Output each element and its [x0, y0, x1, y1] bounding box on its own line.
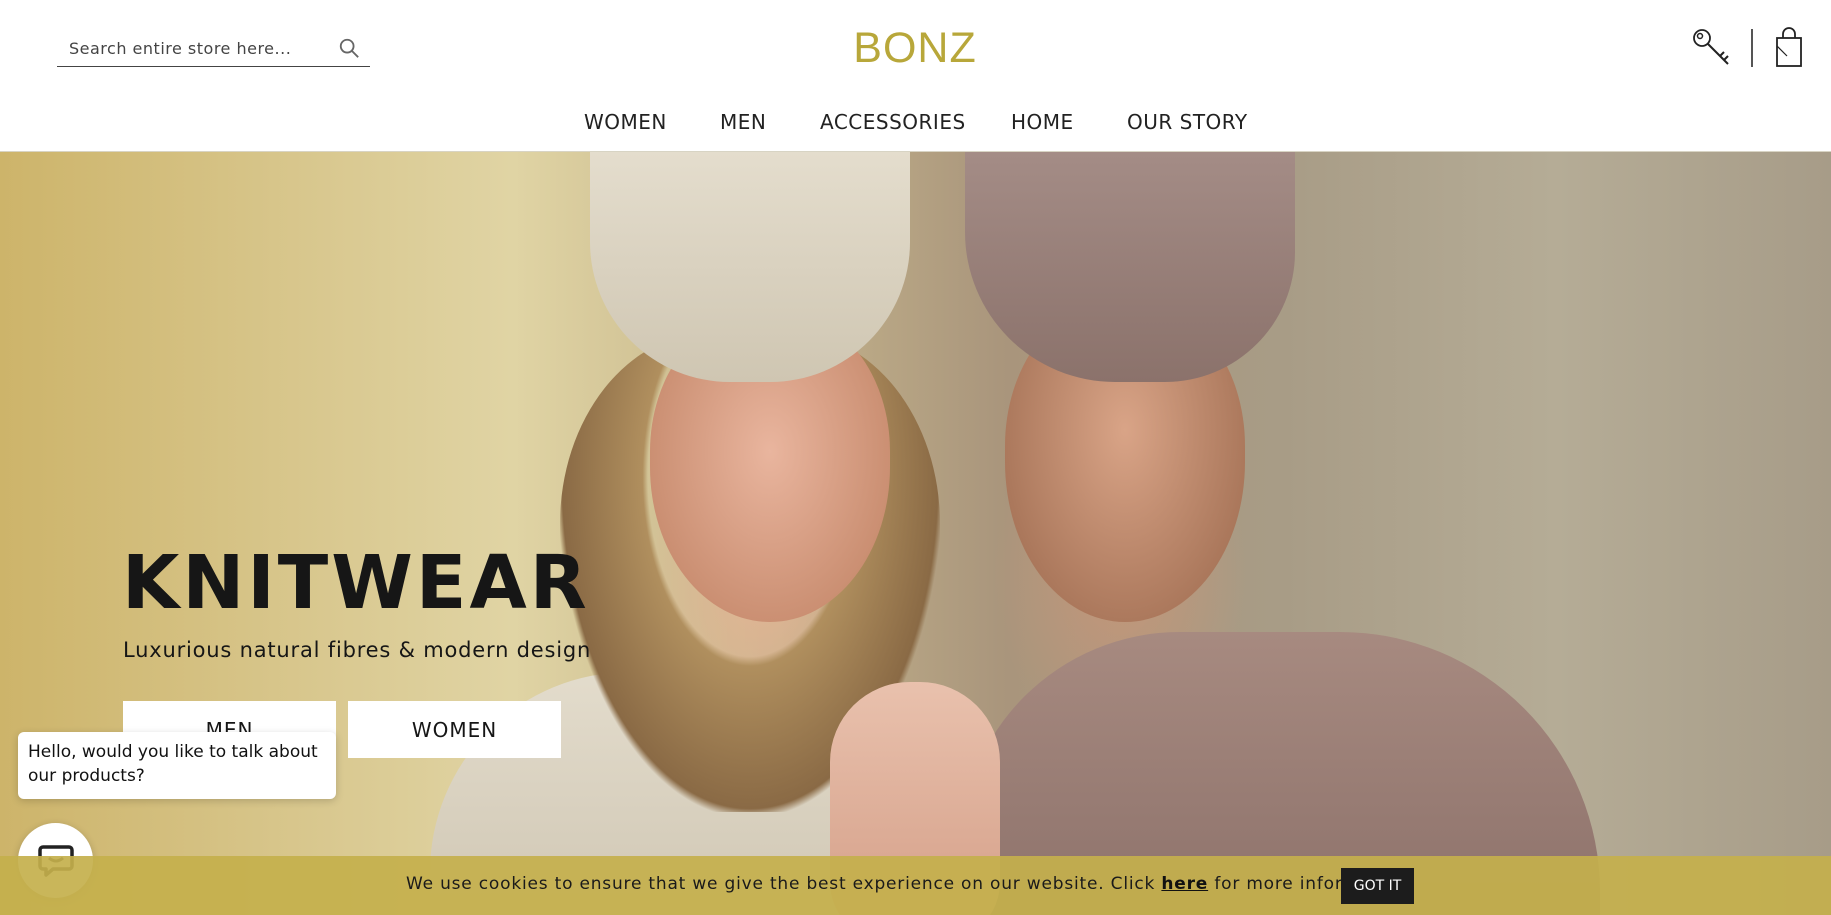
brand-logo[interactable]: BONZ [835, 24, 995, 74]
key-icon[interactable] [1690, 26, 1732, 68]
cookie-accept-button[interactable]: GOT IT [1341, 868, 1414, 904]
nav-item-men[interactable]: MEN [693, 104, 793, 140]
nav-item-home[interactable]: HOME [984, 104, 1101, 140]
nav-item-our-story[interactable]: OUR STORY [1100, 104, 1275, 140]
search-input[interactable] [69, 36, 329, 60]
hero-photo-man-beanie [965, 152, 1295, 382]
cookie-text-before: We use cookies to ensure that we give th… [406, 874, 1162, 894]
cookie-banner: We use cookies to ensure that we give th… [0, 856, 1831, 915]
hero-title: KNITWEAR [122, 540, 590, 626]
cookie-message: We use cookies to ensure that we give th… [406, 874, 1407, 894]
chat-greeting-bubble[interactable]: Hello, would you like to talk about our … [18, 732, 336, 799]
main-nav: WOMEN MEN ACCESSORIES HOME OUR STORY [0, 104, 1831, 140]
nav-item-accessories[interactable]: ACCESSORIES [793, 104, 993, 140]
site-header: BONZ WOMEN MEN ACCESSORIES HOME OUR STOR… [0, 0, 1831, 152]
hero-banner: KNITWEAR Luxurious natural fibres & mode… [0, 152, 1831, 915]
cookie-more-info-link[interactable]: here [1161, 874, 1208, 894]
header-divider [1751, 29, 1753, 67]
bag-icon[interactable] [1775, 26, 1803, 68]
shop-women-button[interactable]: WOMEN [348, 701, 561, 758]
search-box [57, 30, 370, 67]
hero-photo-woman-beanie [590, 152, 910, 382]
search-icon[interactable] [338, 37, 360, 59]
nav-item-women[interactable]: WOMEN [557, 104, 694, 140]
hero-subtitle: Luxurious natural fibres & modern design [123, 638, 592, 662]
